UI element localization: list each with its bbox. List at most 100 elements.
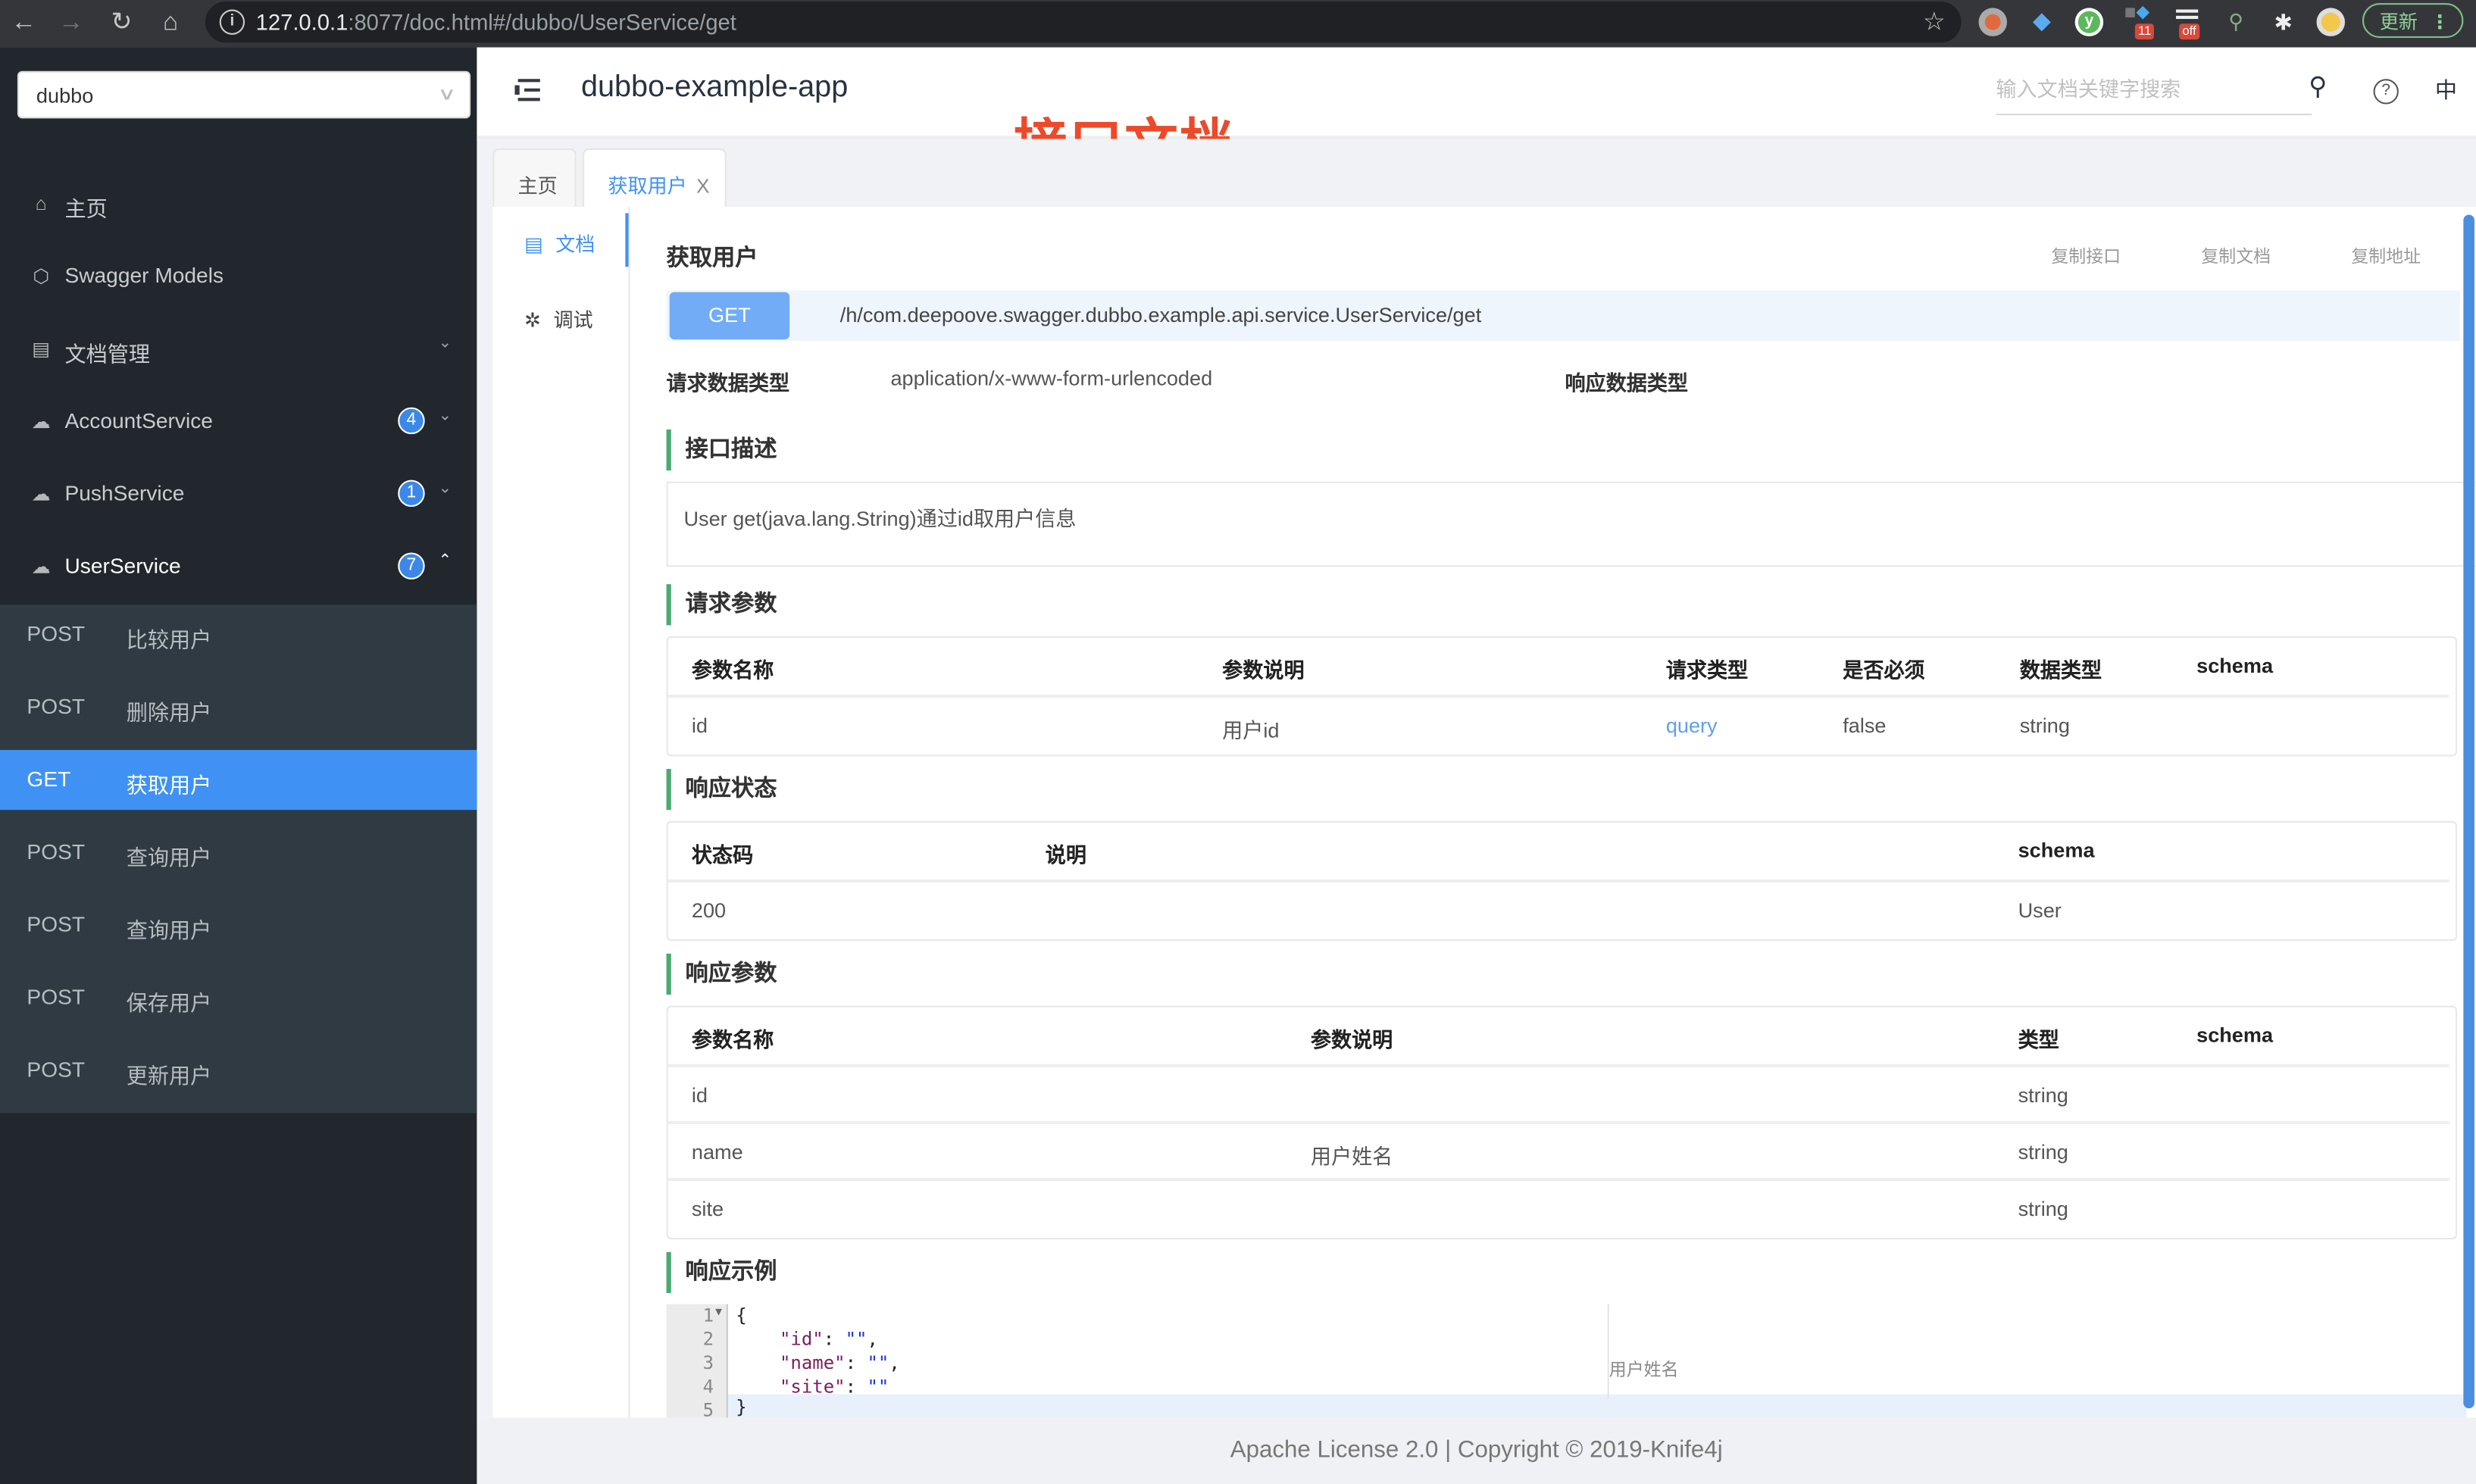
bookmark-star-icon[interactable]: ☆ <box>1923 6 1946 38</box>
table-row: site string <box>667 1177 2449 1238</box>
address-bar[interactable]: i 127.0.0.1:8077/doc.html#/dubbo/UserSer… <box>205 2 1962 43</box>
tab-doc[interactable]: ▤ 文档 <box>524 227 595 258</box>
content-scrollbar[interactable] <box>2460 208 2476 1409</box>
operation-item[interactable]: POST 删除用户 <box>0 677 477 737</box>
sidebar-item-accountservice[interactable]: ☁ AccountService 4 ⌄ <box>0 386 477 458</box>
method-label: POST <box>27 695 86 719</box>
extension-y-icon[interactable]: y <box>2074 8 2104 36</box>
response-params-table: 参数名称 参数说明 类型 schema id string name 用户姓名 … <box>666 1005 2458 1240</box>
line-number: 2 <box>702 1327 714 1350</box>
column-header: 参数名称 <box>691 658 774 683</box>
copy-api-link[interactable]: 复制接口 <box>2051 243 2121 268</box>
project-select[interactable]: dubbo ∨ <box>17 70 471 119</box>
app-header: dubbo-example-app 接口文档 输入文档关键字搜索 ⚲ ? 中 <box>477 47 2476 175</box>
table-header: 参数名称 参数说明 请求类型 是否必须 数据类型 schema <box>668 638 2449 695</box>
method-label: POST <box>27 985 86 1009</box>
sidebar-item-doc-management[interactable]: ▤ 文档管理 ⌄ <box>0 313 477 386</box>
sidebar-item-label: Swagger Models <box>64 264 224 288</box>
section-title-response-example: 响应示例 <box>666 1251 777 1293</box>
count-badge: 4 <box>398 407 425 435</box>
status-schema: User <box>2018 898 2062 923</box>
operation-item[interactable]: POST 查询用户 <box>0 823 477 883</box>
operation-title: 保存用户 <box>126 991 212 1016</box>
operation-item[interactable]: POST 查询用户 <box>0 895 477 955</box>
extension-list-icon[interactable]: off <box>2173 8 2202 40</box>
json-value: "" <box>867 1351 889 1374</box>
more-menu-icon[interactable]: ⋮ <box>2431 5 2449 39</box>
method-label: POST <box>27 912 86 936</box>
tab-home[interactable]: 主页 <box>492 148 577 208</box>
scrollbar-thumb[interactable] <box>2463 214 2474 1409</box>
active-tab-indicator <box>625 213 629 267</box>
sidebar-item-home[interactable]: ⌂ 主页 <box>0 167 477 240</box>
reload-icon[interactable]: ↻ <box>105 6 139 41</box>
copy-doc-link[interactable]: 复制文档 <box>2201 243 2271 268</box>
fold-arrow-icon[interactable]: ▼ <box>715 1306 722 1319</box>
method-label: POST <box>27 839 86 864</box>
operation-item[interactable]: POST 更新用户 <box>0 1040 477 1100</box>
operation-item[interactable]: POST 比较用户 <box>0 605 477 664</box>
language-toggle[interactable]: 中 <box>2435 74 2457 106</box>
column-header: 请求类型 <box>1665 658 1749 683</box>
info-icon[interactable]: i <box>219 9 245 35</box>
field-annotation: 用户姓名 <box>1608 1361 1679 1380</box>
page: ← → ↻ ⌂ i 127.0.0.1:8077/doc.html#/dubbo… <box>0 0 2476 1484</box>
count-badge: 7 <box>398 552 425 580</box>
footer-copyright: Apache License 2.0 | Copyright © 2019-Kn… <box>477 1417 2476 1484</box>
extension-grid-icon[interactable]: 11 <box>2125 5 2155 40</box>
home-icon[interactable]: ⌂ <box>153 6 188 41</box>
sidebar-item-label: 主页 <box>64 197 108 221</box>
doc-search-input[interactable]: 输入文档关键字搜索 <box>1996 67 2312 116</box>
field-type: string <box>2018 1083 2068 1108</box>
tab-debug[interactable]: ✲ 调试 <box>524 303 593 333</box>
json-comma: , <box>867 1327 878 1350</box>
param-name: id <box>691 714 708 738</box>
copy-address-link[interactable]: 复制地址 <box>2351 243 2421 268</box>
code-line: "site": "" <box>736 1375 889 1397</box>
endpoint-path: /h/com.deepoove.swagger.dubbo.example.ap… <box>839 303 1482 327</box>
sidebar-item-pushservice[interactable]: ☁ PushService 1 ⌄ <box>0 458 477 530</box>
back-icon[interactable]: ← <box>6 6 41 41</box>
param-type: string <box>2019 714 2070 738</box>
home-icon: ⌂ <box>35 192 47 215</box>
extension-diamond-icon[interactable]: ◆ <box>2027 8 2056 36</box>
tab-get-user[interactable]: 获取用户 X <box>583 148 727 211</box>
update-button[interactable]: 更新 ⋮ <box>2362 3 2464 39</box>
api-cloud-icon: ☁ <box>31 410 51 433</box>
url-text[interactable]: 127.0.0.1:8077/doc.html#/dubbo/UserServi… <box>256 10 736 35</box>
extension-badge-off: off <box>2179 23 2199 40</box>
field-name: name <box>691 1139 743 1164</box>
operation-title: 查询用户 <box>126 846 212 870</box>
forward-icon[interactable]: → <box>54 6 89 41</box>
method-label: GET <box>27 767 71 792</box>
operation-item-active[interactable]: GET 获取用户 <box>0 749 477 811</box>
chevron-down-icon: ⌄ <box>438 334 452 352</box>
help-icon[interactable]: ? <box>2373 79 2399 105</box>
field-description: 用户姓名 <box>1310 1145 1393 1169</box>
column-header: 参数说明 <box>1310 1027 1393 1052</box>
search-icon[interactable]: ⚲ <box>2309 71 2327 103</box>
tab-label: 主页 <box>517 175 558 198</box>
sidebar-item-label: AccountService <box>64 408 213 433</box>
app-title: dubbo-example-app <box>580 70 849 105</box>
column-header: 数据类型 <box>2019 658 2102 683</box>
sidebar-item-swagger-models[interactable]: ⬡ Swagger Models <box>0 240 477 313</box>
profile-avatar[interactable] <box>2316 8 2346 36</box>
close-tab-icon[interactable]: X <box>696 175 709 197</box>
extension-magnifier-icon[interactable]: ⚲ <box>2221 8 2250 36</box>
response-status-table: 状态码 说明 schema 200 User <box>666 820 2458 942</box>
document-icon: ▤ <box>524 233 543 256</box>
section-title-response-params: 响应参数 <box>666 953 777 995</box>
extension-record-icon[interactable] <box>1978 8 2008 36</box>
response-example-editor[interactable]: 1 2 3 4 5 ▼ { "id": "", "name": "", "sit… <box>666 1304 2467 1421</box>
doc-debug-tabs: ▤ 文档 ✲ 调试 <box>492 207 630 1418</box>
chevron-up-icon: ⌃ <box>438 552 452 570</box>
models-icon: ⬡ <box>33 265 50 288</box>
sidebar-item-userservice[interactable]: ☁ UserService 7 ⌃ <box>0 530 477 603</box>
column-header: 是否必须 <box>1843 658 1925 683</box>
json-value: "" <box>867 1375 889 1398</box>
json-key: "site" <box>779 1375 846 1398</box>
operation-item[interactable]: POST 保存用户 <box>0 968 477 1028</box>
menu-collapse-icon[interactable] <box>514 79 543 102</box>
extensions-puzzle-icon[interactable]: ✱ <box>2269 8 2298 36</box>
